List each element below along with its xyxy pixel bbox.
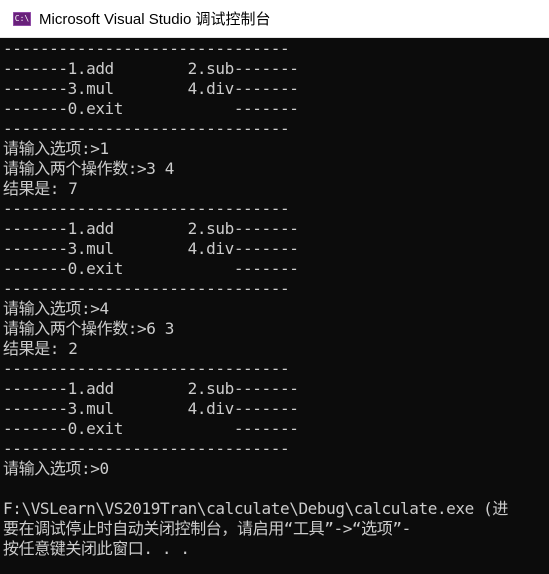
- console-output[interactable]: ------------------------------- -------1…: [0, 39, 549, 574]
- console-line: -------1.add 2.sub-------: [3, 379, 299, 398]
- console-line: -------------------------------: [3, 199, 290, 218]
- console-line: 结果是: 2: [3, 339, 78, 358]
- console-line: 要在调试停止时自动关闭控制台，请启用“工具”->“选项”-: [3, 519, 411, 538]
- console-line: -------------------------------: [3, 119, 290, 138]
- console-line: 请输入两个操作数:>3 4: [3, 159, 174, 178]
- console-window: C:\ Microsoft Visual Studio 调试控制台 ------…: [0, 0, 549, 574]
- console-line: -------------------------------: [3, 39, 290, 58]
- console-line: 请输入选项:>1: [3, 139, 109, 158]
- console-line: 结果是: 7: [3, 179, 78, 198]
- console-line: F:\VSLearn\VS2019Tran\calculate\Debug\ca…: [3, 499, 508, 518]
- console-line: -------0.exit -------: [3, 259, 299, 278]
- console-line: -------1.add 2.sub-------: [3, 59, 299, 78]
- console-app-icon: C:\: [13, 11, 31, 26]
- console-line: -------3.mul 4.div-------: [3, 239, 299, 258]
- console-line: -------------------------------: [3, 359, 290, 378]
- console-line: -------------------------------: [3, 279, 290, 298]
- console-line: 请输入选项:>4: [3, 299, 109, 318]
- window-title: Microsoft Visual Studio 调试控制台: [39, 11, 271, 28]
- console-line: 请输入两个操作数:>6 3: [3, 319, 174, 338]
- console-line: 请输入选项:>0: [3, 459, 109, 478]
- console-line: -------3.mul 4.div-------: [3, 79, 299, 98]
- title-bar[interactable]: C:\ Microsoft Visual Studio 调试控制台: [0, 0, 549, 38]
- console-line: 按任意键关闭此窗口. . .: [3, 539, 190, 558]
- console-line: -------0.exit -------: [3, 419, 299, 438]
- console-line: -------------------------------: [3, 439, 290, 458]
- console-line: -------1.add 2.sub-------: [3, 219, 299, 238]
- console-line: -------3.mul 4.div-------: [3, 399, 299, 418]
- console-line: -------0.exit -------: [3, 99, 299, 118]
